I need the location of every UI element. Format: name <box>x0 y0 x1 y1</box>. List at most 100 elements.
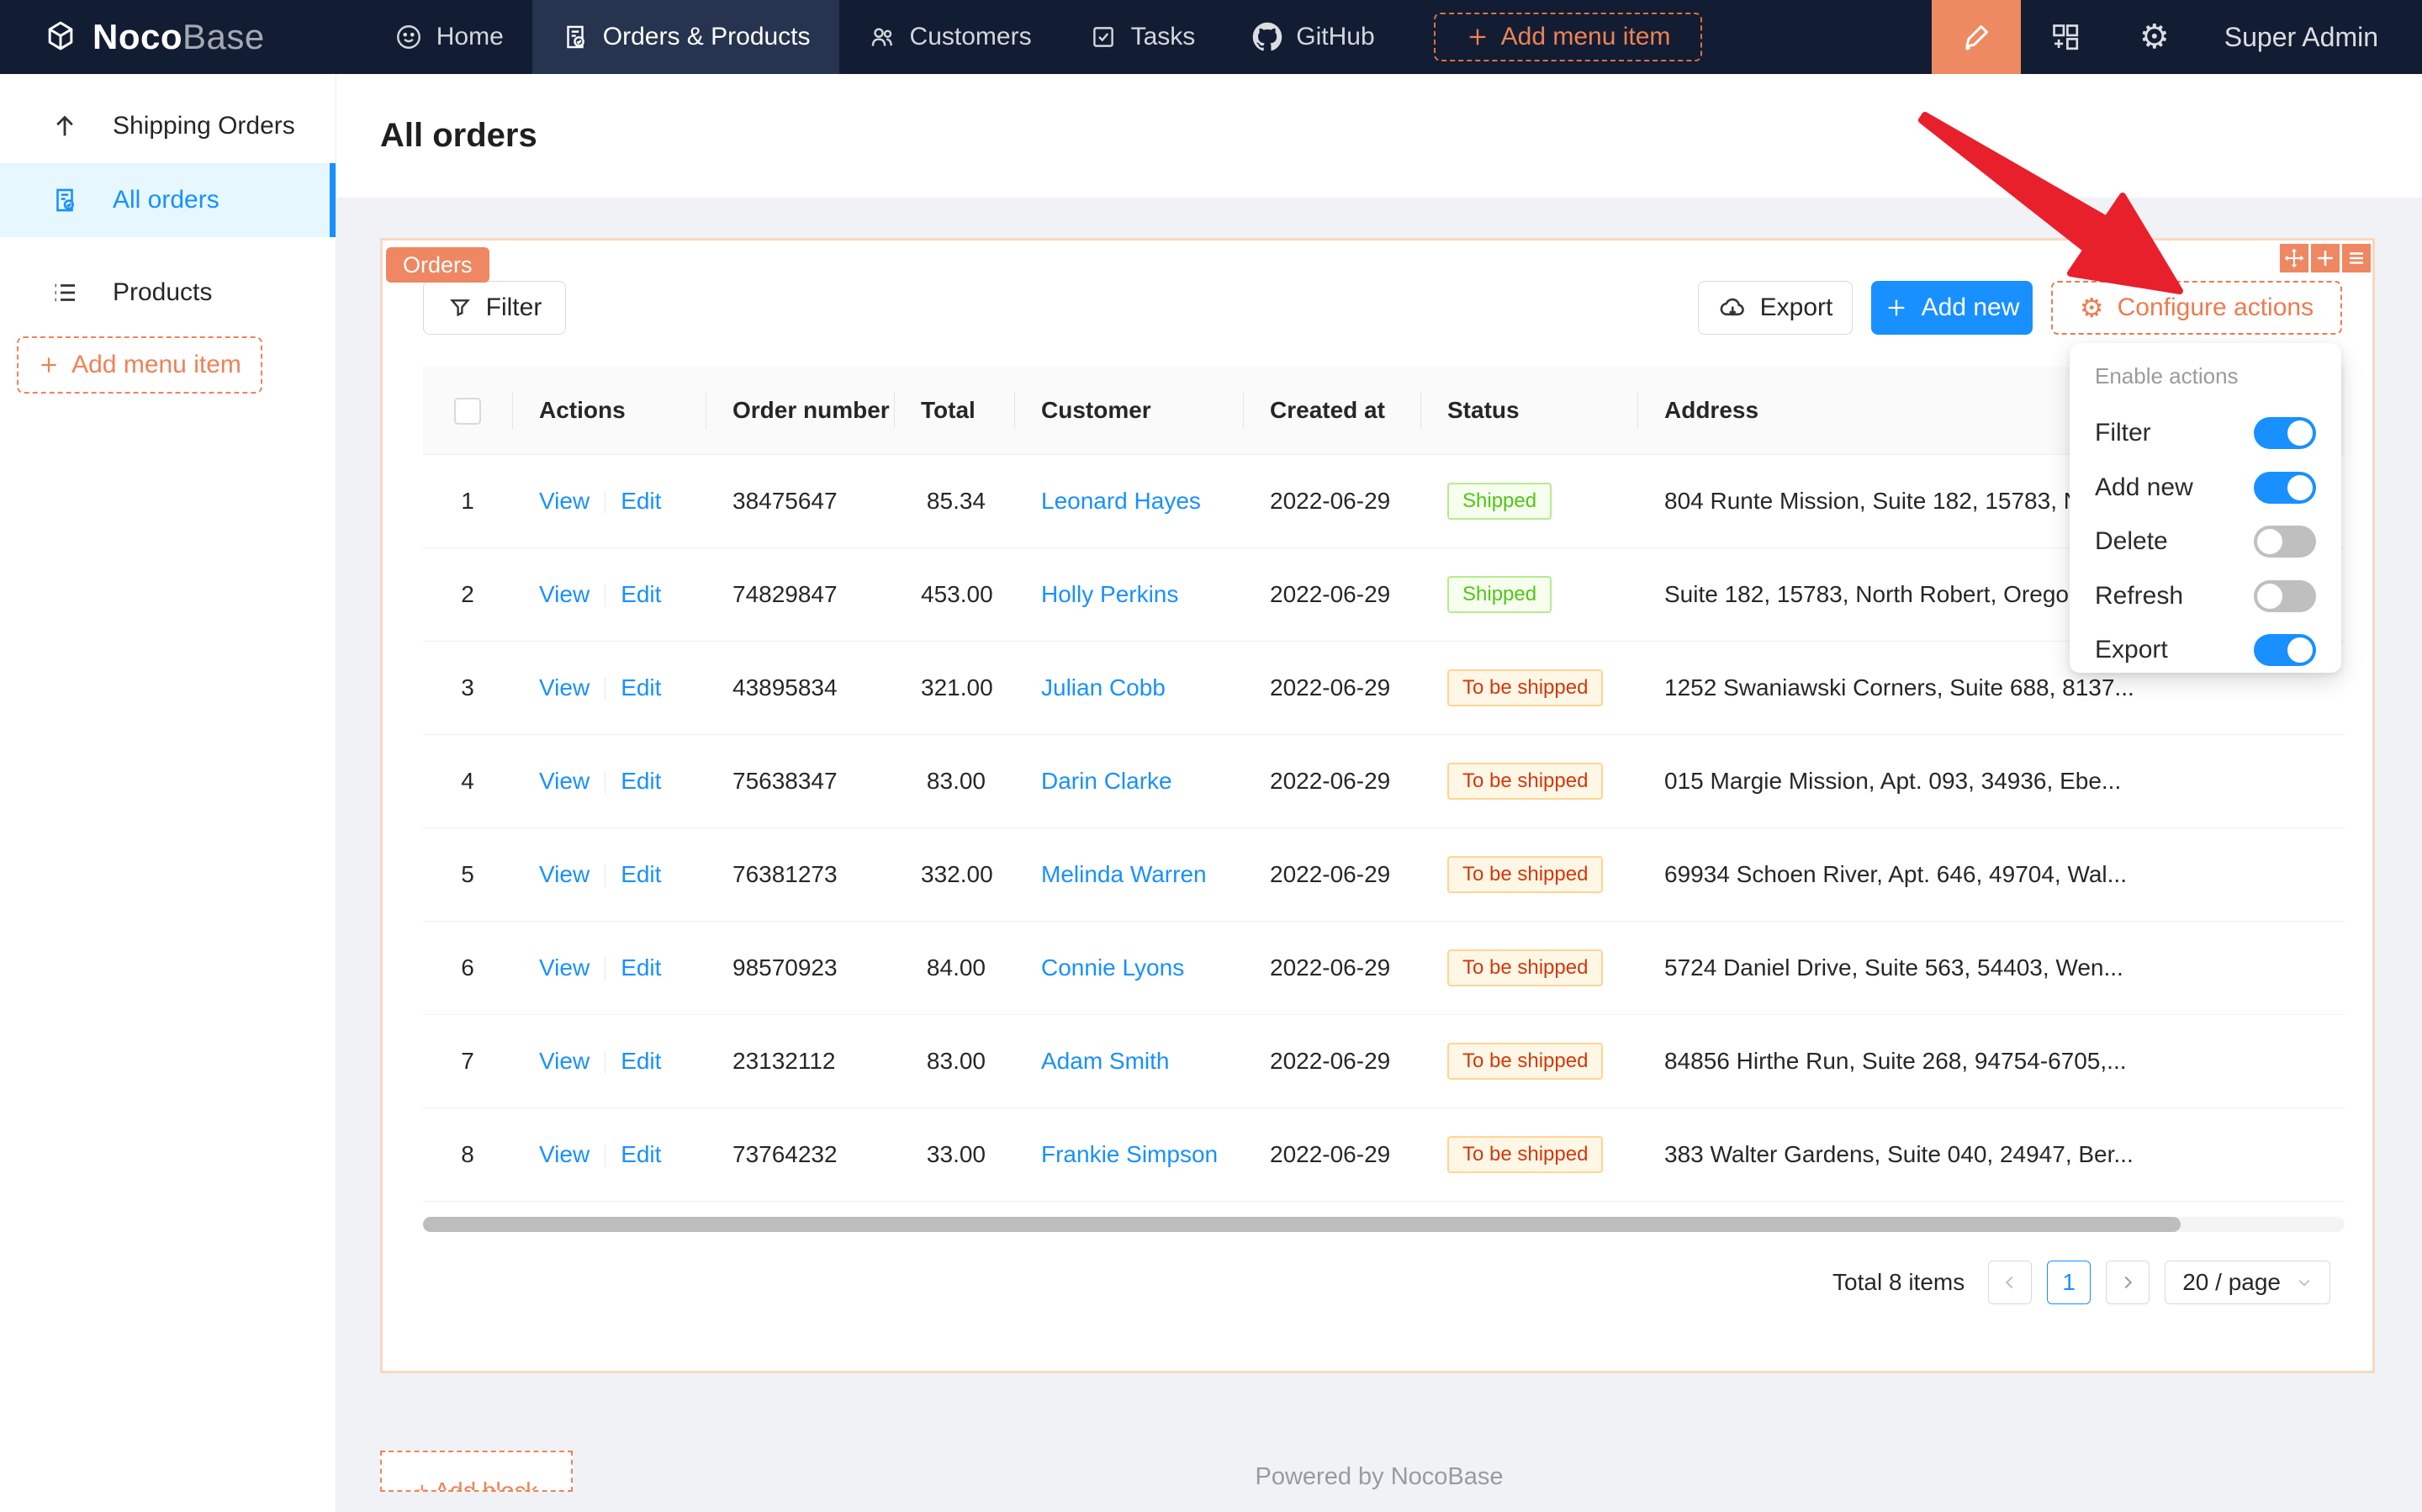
view-link[interactable]: View <box>539 954 590 981</box>
refresh-toggle[interactable] <box>2254 580 2316 612</box>
row-actions: View Edit <box>512 734 706 827</box>
edit-link[interactable]: Edit <box>621 954 661 981</box>
address-cell: 383 Walter Gardens, Suite 040, 24947, Be… <box>1637 1108 2345 1201</box>
address-cell: 69934 Schoen River, Apt. 646, 49704, Wal… <box>1637 827 2345 921</box>
sidebar-item-all-orders[interactable]: All orders <box>0 163 336 237</box>
customer-link[interactable]: Darin Clarke <box>1041 768 1172 794</box>
view-link[interactable]: View <box>539 674 590 700</box>
view-link[interactable]: View <box>539 768 590 794</box>
drag-handle-button[interactable] <box>2280 244 2308 272</box>
status-cell: To be shipped <box>1420 827 1637 921</box>
row-index: 7 <box>423 1014 512 1108</box>
block-collection-tag: Orders <box>386 247 489 283</box>
user-menu[interactable]: Super Admin <box>2199 0 2422 74</box>
view-link[interactable]: View <box>539 581 590 607</box>
nav-item-home[interactable]: Home <box>366 0 532 74</box>
page-1-button[interactable]: 1 <box>2047 1261 2091 1304</box>
customer-cell: Adam Smith <box>1014 1014 1243 1108</box>
export-toggle[interactable] <box>2254 634 2316 666</box>
edit-link[interactable]: Edit <box>621 581 661 607</box>
customer-link[interactable]: Leonard Hayes <box>1041 488 1201 514</box>
table-row: 4ViewEdit7563834783.00Darin Clarke2022-0… <box>423 734 2345 827</box>
filter-toggle[interactable] <box>2254 417 2316 449</box>
customer-cell: Melinda Warren <box>1014 827 1243 921</box>
scrollbar-thumb[interactable] <box>423 1217 2181 1232</box>
nav-item-github[interactable]: GitHub <box>1224 0 1403 74</box>
column-header-total[interactable]: Total <box>894 367 1014 454</box>
plus-icon <box>38 354 60 376</box>
action-divider <box>605 1144 606 1167</box>
next-page-button[interactable] <box>2106 1261 2150 1304</box>
toggle-label: Refresh <box>2095 582 2183 611</box>
customer-link[interactable]: Adam Smith <box>1041 1048 1170 1074</box>
action-divider <box>605 957 606 981</box>
action-divider <box>605 490 606 514</box>
page-size-select[interactable]: 20 / page <box>2165 1261 2330 1304</box>
customer-link[interactable]: Melinda Warren <box>1041 861 1207 887</box>
customer-link[interactable]: Julian Cobb <box>1041 674 1166 700</box>
column-header-created-at[interactable]: Created at <box>1243 367 1420 454</box>
customer-link[interactable]: Holly Perkins <box>1041 581 1178 607</box>
sidebar-add-menu-item-button[interactable]: Add menu item <box>17 336 262 394</box>
edit-link[interactable]: Edit <box>621 1141 661 1167</box>
row-index: 1 <box>423 454 512 547</box>
address-cell: 84856 Hirthe Run, Suite 268, 94754-6705,… <box>1637 1014 2345 1108</box>
customer-link[interactable]: Frankie Simpson <box>1041 1141 1218 1167</box>
blocks-button[interactable] <box>2021 0 2110 74</box>
nav-item-customers[interactable]: Customers <box>839 0 1060 74</box>
toggle-knob <box>2287 475 2313 500</box>
ui-editor-button[interactable] <box>1932 0 2021 74</box>
sidebar-item-shipping-orders[interactable]: Shipping Orders <box>0 89 336 163</box>
app-root: NocoBase Home Orders & Products Customer… <box>0 0 2422 1512</box>
prev-page-button[interactable] <box>1988 1261 2032 1304</box>
configure-actions-label: Configure actions <box>2118 293 2314 322</box>
cube-logo-icon <box>42 19 79 56</box>
arrow-up-icon <box>50 112 79 140</box>
enable-action-delete: Delete <box>2095 515 2316 569</box>
configure-actions-button[interactable]: ⚙ Configure actions <box>2051 281 2342 335</box>
nav-item-tasks[interactable]: Tasks <box>1060 0 1224 74</box>
edit-link[interactable]: Edit <box>621 488 661 514</box>
horizontal-scrollbar[interactable] <box>423 1217 2345 1232</box>
edit-link[interactable]: Edit <box>621 674 661 700</box>
toggle-label: Export <box>2095 636 2168 664</box>
status-cell: To be shipped <box>1420 734 1637 827</box>
address-cell: 015 Margie Mission, Apt. 093, 34936, Ebe… <box>1637 734 2345 827</box>
settings-button[interactable]: ⚙ <box>2110 0 2199 74</box>
row-index: 4 <box>423 734 512 827</box>
hamburger-menu-icon <box>2346 248 2366 268</box>
export-button[interactable]: Export <box>1698 281 1853 335</box>
view-link[interactable]: View <box>539 1048 590 1074</box>
column-header-customer[interactable]: Customer <box>1014 367 1243 454</box>
customer-link[interactable]: Connie Lyons <box>1041 954 1184 981</box>
column-header-actions[interactable]: Actions <box>512 367 706 454</box>
edit-link[interactable]: Edit <box>621 768 661 794</box>
topbar-add-menu-item-button[interactable]: Add menu item <box>1434 13 1703 61</box>
plus-icon <box>1466 25 1489 49</box>
column-header-order-number[interactable]: Order number <box>706 367 894 454</box>
add-new-button[interactable]: Add new <box>1871 281 2033 335</box>
top-navbar: NocoBase Home Orders & Products Customer… <box>0 0 2422 74</box>
edit-link[interactable]: Edit <box>621 1048 661 1074</box>
sidebar-item-products[interactable]: Products <box>0 256 336 330</box>
nav-item-orders-products[interactable]: Orders & Products <box>532 0 839 74</box>
view-link[interactable]: View <box>539 861 590 887</box>
edit-link[interactable]: Edit <box>621 861 661 887</box>
add-block-quick-button[interactable] <box>2311 244 2340 272</box>
select-all-checkbox[interactable] <box>454 398 481 425</box>
nav-item-label: Tasks <box>1131 23 1196 51</box>
delete-toggle[interactable] <box>2254 526 2316 558</box>
filter-button[interactable]: Filter <box>423 281 566 335</box>
table-row: 6ViewEdit9857092384.00Connie Lyons2022-0… <box>423 921 2345 1014</box>
action-divider <box>605 864 606 887</box>
topbar-spacer <box>1702 0 1931 74</box>
filter-funnel-icon <box>447 295 473 320</box>
view-link[interactable]: View <box>539 488 590 514</box>
table-row: 2ViewEdit74829847453.00Holly Perkins2022… <box>423 547 2345 641</box>
status-badge: To be shipped <box>1447 669 1603 706</box>
nocobase-logo[interactable]: NocoBase <box>0 0 265 74</box>
add-new-toggle[interactable] <box>2254 472 2316 504</box>
column-header-status[interactable]: Status <box>1420 367 1637 454</box>
view-link[interactable]: View <box>539 1141 590 1167</box>
block-menu-button[interactable] <box>2342 244 2371 272</box>
